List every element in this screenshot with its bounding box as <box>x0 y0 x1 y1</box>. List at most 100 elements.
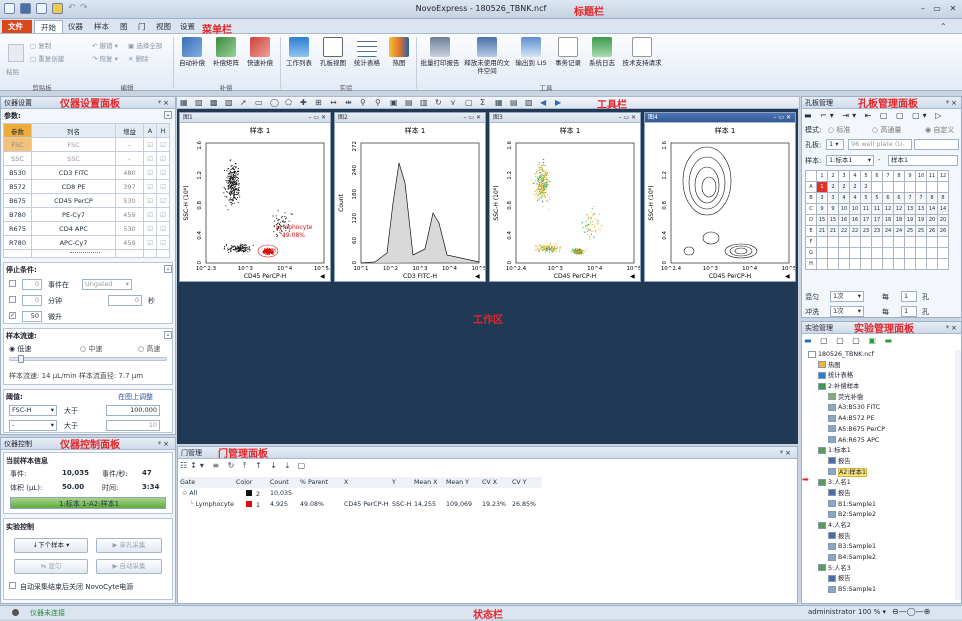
param-row[interactable]: R780 APC-Cy7 459 ☑ ☑ <box>3 235 170 250</box>
range-gate-icon[interactable]: ↔ <box>330 98 339 107</box>
plot-canvas[interactable]: 样本 1 0 60 120 180 240 272 10^1 10^2 10^3 10^4 10^5 C… <box>335 123 487 281</box>
mix-every-input[interactable]: 1 <box>901 291 917 302</box>
adjust-on-plot-link[interactable]: 在图上调整 <box>118 392 153 402</box>
gate-col-header[interactable]: CV Y <box>512 477 542 488</box>
plate-well[interactable]: 15 <box>816 214 828 226</box>
plate-well[interactable] <box>882 258 894 270</box>
plate-well[interactable]: 23 <box>860 225 872 237</box>
menu-sample[interactable]: 样本 <box>88 20 115 33</box>
area-checkbox[interactable]: ☑ <box>143 235 157 250</box>
pin-icon[interactable]: ᵠ × <box>946 97 957 109</box>
auto-poweroff-checkbox[interactable] <box>9 582 16 589</box>
area-checkbox[interactable]: ☑ <box>143 207 157 222</box>
release-space-button[interactable]: 释放未使用的文件空间 <box>464 37 510 75</box>
tree-node[interactable]: 180526_TBNK.ncf <box>808 350 954 361</box>
gate-select[interactable]: Ungated ▾ <box>82 279 132 290</box>
plot-window[interactable]: 图3 – ▭ ✕ 样本 1 0 0.4 0.8 1.2 1.6 10^2.4 10^3 10^4 10… <box>489 112 642 282</box>
mode-standard-radio[interactable]: ○ 标准 <box>828 125 850 135</box>
plate-well[interactable] <box>816 258 828 270</box>
gate-col-header[interactable]: Count <box>270 477 300 488</box>
paste-label[interactable]: 粘贴 <box>6 66 19 76</box>
mix-button[interactable]: ⇆ 混匀 <box>14 559 88 574</box>
plate-well[interactable]: 11 <box>871 203 883 215</box>
support-request-button[interactable]: 技术支持请求 <box>620 37 664 67</box>
height-checkbox[interactable]: ☑ <box>156 221 170 236</box>
back-icon[interactable]: ◀ <box>540 98 549 107</box>
threshold-param2[interactable]: - ▾ <box>9 420 57 431</box>
rinse-every-input[interactable]: 1 <box>901 306 917 317</box>
cross-gate-icon[interactable]: ✚ <box>300 98 309 107</box>
app-logo-icon[interactable] <box>4 3 15 14</box>
plate-well[interactable]: 3 <box>816 192 828 204</box>
param-gain[interactable]: 530 <box>115 221 144 236</box>
system-log-button[interactable]: 系统日志 <box>586 37 618 67</box>
sample-name-field[interactable]: 样本1 <box>888 155 958 166</box>
plate-well[interactable]: 3 <box>827 192 839 204</box>
plate-well[interactable] <box>882 236 894 248</box>
plate-well[interactable] <box>871 181 883 193</box>
dup-create-button[interactable]: ▢ 重复创建 <box>30 53 64 63</box>
mode-hts-radio[interactable]: ○ 高通量 <box>872 125 901 135</box>
plate-well[interactable] <box>926 258 938 270</box>
undo-button[interactable]: ↶ 撤销 ▾ <box>92 40 118 50</box>
event-log-button[interactable]: 事务记录 <box>552 37 584 67</box>
plate-well[interactable]: 18 <box>882 214 894 226</box>
flow-high-radio[interactable]: ○ 高速 <box>138 344 160 354</box>
tree-node[interactable]: 2:补偿样本 <box>808 382 954 393</box>
sigma-icon[interactable]: Σ <box>480 98 489 107</box>
report-icon[interactable]: ▦ <box>495 98 504 107</box>
poly-gate-icon[interactable]: ⬠ <box>285 98 294 107</box>
plate-well[interactable] <box>904 181 916 193</box>
param-name[interactable]: APC-Cy7 <box>31 235 116 250</box>
plot-window[interactable]: 图4 – ▭ ✕ 样本 1 0 0.4 0.8 1.2 1.6 10^2.4 10^3 10^4 10… <box>644 112 797 282</box>
axis-arrow-icon[interactable]: ◀ <box>320 273 325 280</box>
plate-select[interactable]: 1 ▾ <box>826 139 844 150</box>
close-button[interactable]: ✕ <box>948 4 958 14</box>
plate-well[interactable] <box>838 258 850 270</box>
plate-well[interactable]: 24 <box>893 225 905 237</box>
height-checkbox[interactable]: ☑ <box>156 235 170 250</box>
tree-node[interactable]: 3:人名1 <box>808 478 954 489</box>
threshold-param1[interactable]: FSC-H ▾ <box>9 405 57 416</box>
gate-color-swatch[interactable] <box>246 489 252 496</box>
param-row[interactable]: B780 PE-Cy7 459 ☑ ☑ <box>3 207 170 222</box>
plate-well[interactable]: 1 <box>816 181 828 193</box>
plate-well[interactable]: 21 <box>827 225 839 237</box>
plot-window-header[interactable]: 图2 – ▭ ✕ <box>335 113 485 123</box>
plate-well[interactable] <box>915 247 927 259</box>
plate-well[interactable]: 22 <box>838 225 850 237</box>
plate-well[interactable] <box>893 181 905 193</box>
tree-node[interactable]: 报告 <box>808 574 954 585</box>
tree-node[interactable]: B5:Sample1 <box>808 585 954 596</box>
pin-icon[interactable]: ᵠ × <box>780 447 791 459</box>
redo-button[interactable]: ↷ 恢复 ▾ <box>92 53 118 63</box>
plate-well[interactable] <box>860 236 872 248</box>
experiment-toolbar[interactable]: ▬ ▢ ▢ ▢ ▣ ▬ <box>804 336 895 345</box>
plate-well[interactable]: 8 <box>937 192 949 204</box>
paste-icon[interactable] <box>8 44 24 62</box>
plate-well[interactable]: 12 <box>882 203 894 215</box>
minimize-button[interactable]: – <box>918 4 928 14</box>
tree-node[interactable]: A6:R675 APC <box>808 436 954 447</box>
param-gain[interactable]: - <box>115 137 144 152</box>
copy-button[interactable]: ▢ 复制 <box>30 40 51 50</box>
param-name[interactable]: FSC <box>31 137 116 152</box>
tree-node[interactable]: 5:人名3 <box>808 564 954 575</box>
experiment-scrollbar[interactable] <box>955 350 961 600</box>
plate-well[interactable]: 11 <box>860 203 872 215</box>
mode-custom-radio[interactable]: ◉ 自定义 <box>925 125 954 135</box>
undo-icon[interactable]: ↶ <box>68 3 79 14</box>
pin-icon[interactable]: ᵠ × <box>158 438 169 450</box>
tree-node[interactable]: 4:人名2 <box>808 521 954 532</box>
worklist-button[interactable]: 工作列表 <box>283 37 315 67</box>
tree-node[interactable]: 报告 <box>808 489 954 500</box>
plate-type-select[interactable]: 96 well plate (U- <box>848 139 912 150</box>
plate-well[interactable] <box>849 236 861 248</box>
plate-well[interactable]: 5 <box>860 192 872 204</box>
sample-select[interactable]: 1:标本1 ▾ <box>826 155 874 166</box>
select-all-button[interactable]: ▣ 选择全部 <box>128 40 162 50</box>
time-checkbox[interactable] <box>9 296 16 303</box>
param-gain[interactable]: 459 <box>115 207 144 222</box>
plate-well[interactable]: 23 <box>871 225 883 237</box>
gate-col-header[interactable]: Y <box>392 477 414 488</box>
